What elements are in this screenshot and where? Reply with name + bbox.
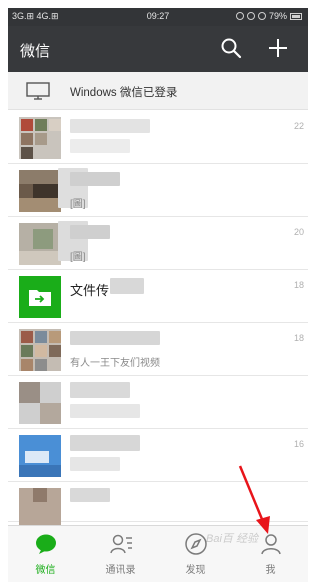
chat-icon <box>36 534 56 554</box>
contacts-icon <box>110 534 132 554</box>
chat-row[interactable]: 22 <box>8 111 308 164</box>
chat-time: 18 <box>293 333 304 343</box>
search-icon[interactable] <box>220 37 242 59</box>
chat-row[interactable]: 有人一王下友们视频 18 <box>8 323 308 376</box>
file-transfer-avatar <box>19 276 61 318</box>
chat-name: 文件传 <box>70 283 110 298</box>
battery-icon <box>290 12 302 20</box>
page-title: 微信 <box>20 43 51 60</box>
tab-label: 我 <box>265 565 276 576</box>
avatar <box>19 223 61 265</box>
avatar <box>19 488 61 530</box>
monitor-icon <box>26 82 50 100</box>
tab-label: 微信 <box>35 565 56 576</box>
app-header: 微信 <box>8 26 308 72</box>
sync-icon <box>235 12 244 20</box>
chat-row[interactable]: [圖] 20 <box>8 217 308 270</box>
vibrate-icon <box>246 12 255 20</box>
tab-label: 通讯录 <box>105 565 136 576</box>
chat-time: 16 <box>293 439 304 449</box>
tab-label: 发现 <box>185 565 206 576</box>
watermark-logo: Bai百 经验 <box>206 533 258 545</box>
chat-time: 20 <box>293 227 304 237</box>
avatar <box>19 382 61 424</box>
avatar <box>19 435 61 477</box>
tab-contacts[interactable]: 通讯录 <box>83 526 158 582</box>
status-bar: 3G.⊞ 4G.⊞ 09:27 79% <box>8 8 308 26</box>
compass-icon <box>185 533 207 555</box>
add-icon[interactable] <box>267 37 289 59</box>
folder-icon <box>29 290 51 306</box>
chat-row[interactable] <box>8 376 308 429</box>
tab-chats[interactable]: 微信 <box>8 526 83 582</box>
chat-row[interactable]: [圖] <box>8 164 308 217</box>
pc-login-bar[interactable]: Windows 微信已登录 <box>8 72 308 110</box>
chat-row-file-transfer[interactable]: 文件传 18 <box>8 270 308 323</box>
chat-time: 22 <box>293 121 304 131</box>
battery-percent: 79% <box>268 11 287 21</box>
chat-time: 18 <box>293 280 304 290</box>
avatar <box>19 329 61 371</box>
status-icons: 79% <box>235 11 302 21</box>
pc-login-text: Windows 微信已登录 <box>70 87 178 99</box>
avatar <box>19 170 61 212</box>
chat-preview: [圖] <box>70 199 86 210</box>
chat-preview: 有人一王下友们视频 <box>70 358 160 369</box>
alarm-icon <box>257 12 266 20</box>
avatar <box>19 117 61 159</box>
chat-preview: [圖] <box>70 252 86 263</box>
chat-list: 22 [圖] [圖] 20 文件传 18 有人一王下友们视频 18 16 <box>8 111 308 530</box>
